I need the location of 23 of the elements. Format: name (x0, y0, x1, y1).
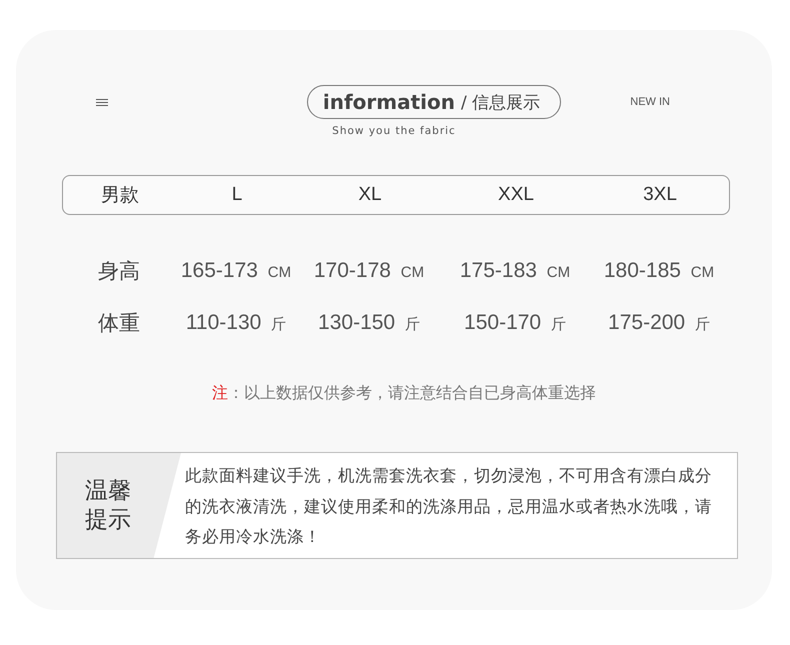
table-cell: 150-170 斤 (464, 311, 566, 335)
care-instructions: 此款面料建议手洗，机洗需套洗衣套，切勿浸泡，不可用含有漂白成分的洗衣液清洗，建议使用柔和的洗涤用品，忌用温水或者热水洗哦，请务必用冷水洗涤！ (184, 465, 713, 548)
table-cell: 180-185 CM (604, 259, 714, 283)
title-text: information (322, 90, 455, 114)
table-cell: 170-178 CM (314, 259, 424, 283)
column-header: L (232, 184, 242, 206)
table-cell: 175-183 CM (460, 259, 570, 283)
row-label: 身高 (98, 258, 140, 285)
table-cell: 175-200 斤 (608, 311, 710, 335)
size-note: 注：以上数据仅供参考，请注意结合自已身高体重选择 (212, 383, 596, 404)
column-header: 3XL (643, 184, 677, 206)
table-cell: 165-173 CM (180, 259, 292, 283)
row-label: 体重 (98, 310, 140, 337)
tagline: Show you the fabric (332, 125, 456, 137)
title-subtitle: / 信息展示 (461, 92, 540, 114)
menu-icon[interactable] (96, 98, 108, 106)
new-in-link[interactable]: NEW IN (630, 96, 670, 108)
table-cell: 130-150 斤 (318, 311, 420, 335)
table-cell: 110-130 斤 (186, 311, 286, 335)
column-header: 男款 (101, 184, 139, 208)
tip-title: 温馨提示 (85, 476, 132, 534)
column-header: XL (358, 184, 382, 206)
column-header: XXL (498, 184, 534, 206)
